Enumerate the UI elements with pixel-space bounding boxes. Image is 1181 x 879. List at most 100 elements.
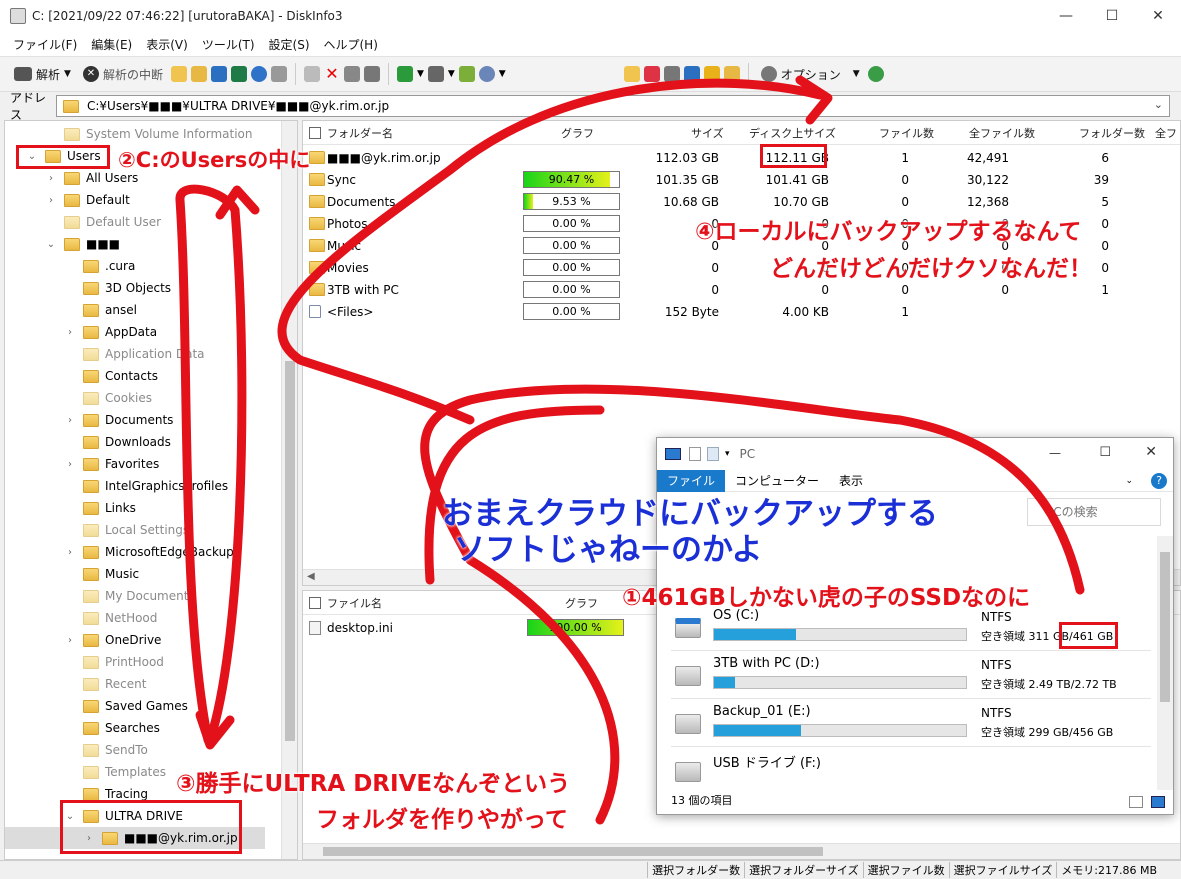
back-icon[interactable] xyxy=(396,66,413,82)
col-folders[interactable]: フォルダー数 xyxy=(1079,125,1145,141)
drive-item[interactable]: USB ドライブ (F:) xyxy=(675,752,1145,798)
table-row[interactable]: Sync 90.47 % 101.35 GB 101.41 GB 0 30,122 39 xyxy=(303,169,1180,191)
forward-icon[interactable] xyxy=(427,66,444,82)
tool-icon-2[interactable] xyxy=(663,66,680,82)
select-all-checkbox[interactable] xyxy=(309,127,321,139)
menu-tools[interactable]: ツール(T) xyxy=(195,36,262,53)
minimize-button[interactable]: — xyxy=(1043,0,1089,32)
tree-item[interactable]: ⌄ ■■■ xyxy=(44,233,120,255)
tree-item[interactable]: Cookies xyxy=(63,387,152,409)
tree-item[interactable]: NetHood xyxy=(63,607,157,629)
tree-item[interactable]: Tracing xyxy=(63,783,148,805)
tree-item[interactable]: Music xyxy=(63,563,139,585)
table-row[interactable]: <Files> 0.00 % 152 Byte 4.00 KB 1 xyxy=(303,301,1180,323)
pc-scrollbar[interactable] xyxy=(1157,536,1173,790)
calendar-icon[interactable] xyxy=(643,66,660,82)
pc-maximize-button[interactable]: ☐ xyxy=(1099,445,1111,460)
rename-icon[interactable] xyxy=(343,66,360,82)
star-icon[interactable] xyxy=(703,66,720,82)
chevron-right-icon[interactable]: › xyxy=(44,195,58,206)
ribbon-expand-icon[interactable]: ⌄ xyxy=(1115,470,1143,492)
tree-item[interactable]: SendTo xyxy=(63,739,148,761)
open-folder-icon[interactable] xyxy=(170,66,187,82)
tree-item[interactable]: Default User xyxy=(44,211,161,233)
col-files[interactable]: ファイル数 xyxy=(879,125,934,141)
delete-icon[interactable]: ✕ xyxy=(324,66,340,82)
drive-item[interactable]: 3TB with PC (D:) NTFS 空き領域 2.49 TB/2.72 TB xyxy=(671,656,1151,702)
menu-file[interactable]: ファイル(F) xyxy=(6,36,84,53)
options-button[interactable]: オプション ▼ xyxy=(757,64,864,85)
tree-item[interactable]: › AppData xyxy=(63,321,157,343)
tree-item[interactable]: ansel xyxy=(63,299,137,321)
address-input[interactable]: C:¥Users¥■■■¥ULTRA DRIVE¥■■■@yk.rim.or.j… xyxy=(56,95,1170,117)
chevron-right-icon[interactable]: › xyxy=(63,547,77,558)
chevron-right-icon[interactable]: › xyxy=(44,173,58,184)
tree-item[interactable]: .cura xyxy=(63,255,135,277)
folder-icon[interactable] xyxy=(190,66,207,82)
up-folder-icon[interactable] xyxy=(458,66,475,82)
pc-close-button[interactable]: ✕ xyxy=(1145,444,1157,460)
tree-item[interactable]: PrintHood xyxy=(63,651,164,673)
col-all-files[interactable]: 全ファイル数 xyxy=(969,125,1035,141)
help-icon[interactable]: ? xyxy=(1151,473,1167,489)
folder-tree[interactable]: System Volume Information ⌄ Users › All User… xyxy=(4,120,298,860)
tree-item[interactable]: Templates xyxy=(63,761,166,783)
large-icons-view-icon[interactable] xyxy=(1151,796,1165,808)
info-icon[interactable] xyxy=(250,66,267,82)
globe-icon[interactable] xyxy=(867,66,884,82)
file-select-all-checkbox[interactable] xyxy=(309,597,321,609)
menu-settings[interactable]: 設定(S) xyxy=(262,36,317,53)
tree-item[interactable]: › OneDrive xyxy=(63,629,161,651)
chevron-right-icon[interactable]: › xyxy=(63,635,77,646)
tree-item[interactable]: ⌄ ULTRA DRIVE xyxy=(63,805,183,827)
analyze-button[interactable]: 解析 ▼ xyxy=(10,64,75,85)
tree-item[interactable]: System Volume Information xyxy=(44,123,252,145)
new-folder-icon[interactable] xyxy=(707,447,719,461)
col-disk-size[interactable]: ディスク上サイズ xyxy=(749,125,836,141)
user-icon[interactable] xyxy=(478,66,495,82)
col-graph[interactable]: グラフ xyxy=(561,125,594,141)
quick-access-chevron-icon[interactable]: ▾ xyxy=(725,449,730,459)
tree-item[interactable]: My Documents xyxy=(63,585,195,607)
col-size[interactable]: サイズ xyxy=(691,125,724,141)
save-icon[interactable] xyxy=(210,66,227,82)
col-file-name[interactable]: ファイル名 xyxy=(327,595,382,611)
tree-item[interactable]: › Documents xyxy=(63,409,173,431)
tree-item[interactable]: IntelGraphicsProfiles xyxy=(63,475,228,497)
tree-item[interactable]: Recent xyxy=(63,673,146,695)
chevron-down-icon[interactable]: ⌄ xyxy=(63,811,77,822)
menu-view[interactable]: 表示(V) xyxy=(139,36,195,53)
chevron-down-icon[interactable]: ⌄ xyxy=(1154,98,1163,111)
table-row[interactable]: Documents 9.53 % 10.68 GB 10.70 GB 0 12,368 5 xyxy=(303,191,1180,213)
tree-item[interactable]: › Favorites xyxy=(63,453,159,475)
pc-search-input[interactable]: PCの検索 xyxy=(1027,498,1161,526)
tree-scrollbar[interactable] xyxy=(281,121,297,859)
chevron-down-icon[interactable]: ⌄ xyxy=(44,239,58,250)
drive-item[interactable]: Backup_01 (E:) NTFS 空き領域 299 GB/456 GB xyxy=(671,704,1151,750)
maximize-button[interactable]: ☐ xyxy=(1089,0,1135,32)
properties-icon[interactable] xyxy=(689,447,701,461)
tree-item[interactable]: Saved Games xyxy=(63,695,188,717)
stop-button[interactable]: ✕ 解析の中断 xyxy=(79,64,167,85)
chevron-down-icon[interactable]: ⌄ xyxy=(25,151,39,162)
col-all-folders[interactable]: 全フ xyxy=(1155,125,1177,141)
pc-minimize-button[interactable]: — xyxy=(1049,446,1061,460)
tool-icon-4[interactable] xyxy=(723,66,740,82)
tree-item[interactable]: › MicrosoftEdgeBackups xyxy=(63,541,240,563)
chevron-right-icon[interactable]: › xyxy=(63,415,77,426)
menu-help[interactable]: ヘルプ(H) xyxy=(317,36,385,53)
menu-edit[interactable]: 編集(E) xyxy=(84,36,139,53)
chevron-right-icon[interactable]: › xyxy=(63,327,77,338)
tool-icon-1[interactable] xyxy=(623,66,640,82)
tree-item[interactable]: Links xyxy=(63,497,136,519)
tree-item[interactable]: › Default xyxy=(44,189,130,211)
tree-item[interactable]: Local Settings xyxy=(63,519,189,541)
tree-item[interactable]: ⌄ Users xyxy=(25,145,101,167)
details-view-icon[interactable] xyxy=(1129,796,1143,808)
chevron-right-icon[interactable]: › xyxy=(63,459,77,470)
tree-item[interactable]: 3D Objects xyxy=(63,277,171,299)
tree-item[interactable]: Downloads xyxy=(63,431,171,453)
select-all-icon[interactable] xyxy=(363,66,380,82)
close-button[interactable]: ✕ xyxy=(1135,0,1181,32)
properties-icon[interactable] xyxy=(270,66,287,82)
